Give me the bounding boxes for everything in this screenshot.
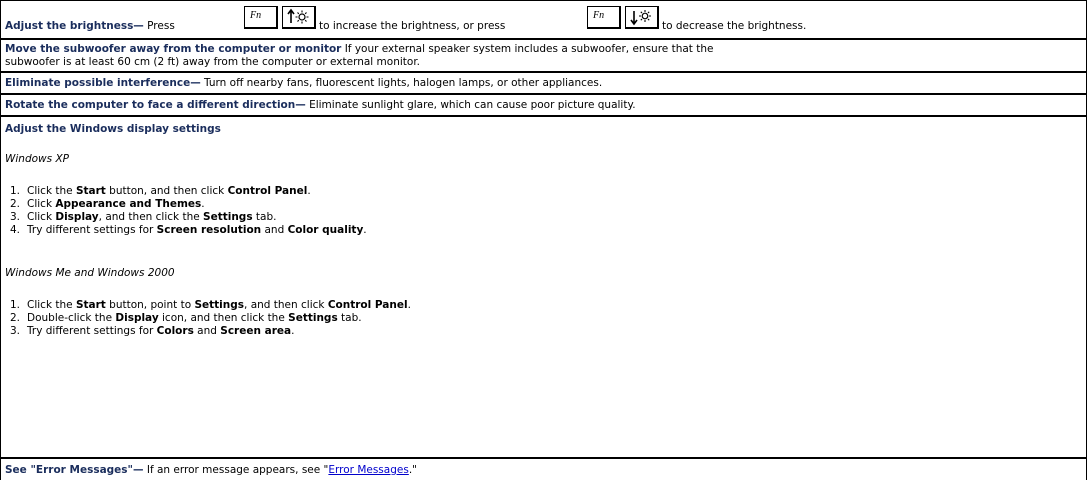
list-item-number: 1. [9, 185, 20, 197]
error-messages-link[interactable]: Error Messages [328, 464, 408, 476]
brightness-text-2: to increase the brightness, or press [319, 20, 506, 32]
list-item-emphasis: Settings [203, 211, 253, 223]
rotate-text: Eliminate sunlight glare, which can caus… [305, 99, 636, 111]
error-messages-row: See "Error Messages"— If an error messag… [1, 457, 1086, 481]
list-item: 4. Try different settings for Screen reso… [1, 224, 367, 237]
list-item-text: and [261, 224, 288, 236]
brightness-heading: Adjust the brightness— [5, 20, 144, 32]
list-item-text: . [201, 198, 205, 210]
list-item: 2. Click Appearance and Themes. [1, 198, 367, 211]
fn-key-icon: Fn [244, 6, 278, 29]
list-item-text: . [291, 325, 295, 337]
list-item-number: 3. [9, 325, 20, 337]
list-item-emphasis: Display [55, 211, 99, 223]
list-item-text: . [407, 299, 411, 311]
error-messages-heading: See "Error Messages"— [5, 464, 144, 476]
subwoofer-row: Move the subwoofer away from the compute… [1, 38, 1086, 71]
windows-me-steps: 1. Click the Start button, point to Setti… [1, 299, 411, 338]
list-item-number: 4. [9, 224, 20, 236]
list-item-text: button, and then click [105, 185, 228, 197]
list-item-text: Click [27, 211, 56, 223]
list-item-text: . [307, 185, 311, 197]
interference-text: Turn off nearby fans, fluorescent lights… [200, 77, 603, 89]
list-item: 3. Try different settings for Colors and … [1, 325, 411, 338]
troubleshooting-table: Adjust the brightness— Press Fn to incre… [0, 0, 1087, 480]
list-item-text: Double-click the [27, 312, 116, 324]
brightness-down-key-icon [625, 6, 659, 29]
list-item-text: Try different settings for [27, 325, 157, 337]
rotate-heading: Rotate the computer to face a different … [5, 99, 306, 111]
list-item-text: tab. [252, 211, 277, 223]
error-messages-text-2: ." [408, 464, 417, 476]
list-item-emphasis: Start [75, 185, 106, 197]
list-item-text: icon, and then click the [158, 312, 289, 324]
list-item-emphasis: Display [115, 312, 159, 324]
list-item-text: , and then click the [98, 211, 204, 223]
list-item-emphasis: Control Panel [227, 185, 308, 197]
list-item-emphasis: Control Panel [327, 299, 408, 311]
windows-xp-steps: 1. Click the Start button, and then click… [1, 185, 367, 237]
list-item-text: Click the [27, 299, 76, 311]
windows-me-title: Windows Me and Windows 2000 [5, 267, 175, 279]
list-item-number: 2. [9, 198, 20, 210]
list-item-text: Try different settings for [27, 224, 157, 236]
list-item-emphasis: Screen resolution [156, 224, 262, 236]
fn-key-icon: Fn [587, 6, 621, 29]
list-item-text: button, point to [105, 299, 195, 311]
list-item: 1. Click the Start button, point to Setti… [1, 299, 411, 312]
interference-heading: Eliminate possible interference— [5, 77, 201, 89]
display-settings-row: Adjust the Windows display settings Wind… [1, 115, 1086, 457]
list-item-emphasis: Start [75, 299, 106, 311]
brightness-row: Adjust the brightness— Press Fn to incre… [1, 1, 1086, 38]
list-item: 1. Click the Start button, and then click… [1, 185, 367, 198]
list-item-number: 1. [9, 299, 20, 311]
error-messages-text-1: If an error message appears, see " [143, 464, 329, 476]
svg-text:Fn: Fn [592, 10, 604, 21]
interference-row: Eliminate possible interference— Turn of… [1, 71, 1086, 93]
list-item-text: tab. [337, 312, 362, 324]
subwoofer-heading: Move the subwoofer away from the compute… [5, 43, 342, 55]
list-item-emphasis: Settings [288, 312, 338, 324]
list-item-number: 3. [9, 211, 20, 223]
brightness-text-3: to decrease the brightness. [662, 20, 807, 32]
list-item-emphasis: Screen area [220, 325, 292, 337]
list-item-emphasis: Settings [194, 299, 245, 311]
list-item: 2. Double-click the Display icon, and the… [1, 312, 411, 325]
brightness-text-1: Press [143, 20, 175, 32]
display-settings-heading: Adjust the Windows display settings [5, 123, 221, 135]
list-item-text: . [363, 224, 367, 236]
list-item-emphasis: Colors [156, 325, 194, 337]
list-item-text: Click the [27, 185, 76, 197]
svg-text:Fn: Fn [249, 10, 261, 21]
list-item-emphasis: Color quality [287, 224, 364, 236]
brightness-up-key-icon [282, 6, 316, 29]
list-item-number: 2. [9, 312, 20, 324]
list-item-emphasis: Appearance and Themes [55, 198, 202, 210]
list-item-text: and [193, 325, 221, 337]
subwoofer-text-1: If your external speaker system includes… [341, 43, 714, 55]
rotate-row: Rotate the computer to face a different … [1, 93, 1086, 115]
list-item: 3. Click Display, and then click the Sett… [1, 211, 367, 224]
subwoofer-text-2: subwoofer is at least 60 cm (2 ft) away … [5, 56, 421, 68]
list-item-text: , and then click [244, 299, 328, 311]
windows-xp-title: Windows XP [5, 153, 69, 165]
list-item-text: Click [27, 198, 56, 210]
